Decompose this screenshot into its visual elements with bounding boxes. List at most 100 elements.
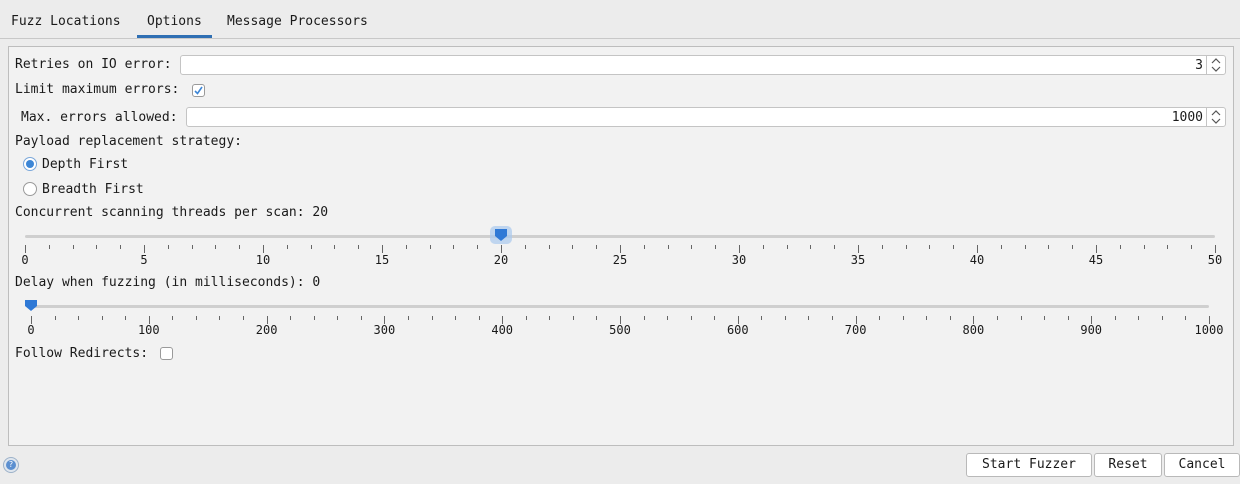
tick-label: 30	[731, 253, 747, 267]
minor-tick	[525, 245, 526, 249]
tick-label: 900	[1080, 323, 1103, 337]
slider-thumb[interactable]	[490, 226, 512, 250]
depth-first-radio[interactable]	[23, 157, 37, 171]
breadth-first-label[interactable]: Breadth First	[42, 182, 144, 197]
tick-label: 0	[27, 323, 35, 337]
major-tick	[25, 245, 26, 253]
limit-errors-checkbox[interactable]	[192, 84, 205, 97]
minor-tick	[596, 316, 597, 320]
minor-tick	[644, 245, 645, 249]
minor-tick	[243, 316, 244, 320]
minor-tick	[715, 245, 716, 249]
tab-fuzz-locations[interactable]: Fuzz Locations	[11, 0, 121, 38]
minor-tick	[953, 245, 954, 249]
minor-tick	[691, 245, 692, 249]
minor-tick	[906, 245, 907, 249]
major-tick	[858, 245, 859, 253]
minor-tick	[479, 316, 480, 320]
tab-message-processors[interactable]: Message Processors	[227, 0, 368, 38]
major-tick	[1215, 245, 1216, 253]
minor-tick	[879, 316, 880, 320]
minor-tick	[192, 245, 193, 249]
tick-label: 700	[844, 323, 867, 337]
major-tick	[382, 245, 383, 253]
limit-errors-label: Limit maximum errors:	[15, 82, 180, 97]
minor-tick	[120, 245, 121, 249]
minor-tick	[311, 245, 312, 249]
minor-tick	[96, 245, 97, 249]
minor-tick	[882, 245, 883, 249]
tick-label: 300	[373, 323, 396, 337]
minor-tick	[196, 316, 197, 320]
minor-tick	[926, 316, 927, 320]
slider-track[interactable]	[31, 305, 1209, 308]
retries-value: 3	[1195, 58, 1203, 73]
slider-track[interactable]	[25, 235, 1215, 238]
tab-options[interactable]: Options	[137, 0, 212, 38]
tick-label: 800	[962, 323, 985, 337]
help-icon[interactable]: ?	[3, 457, 19, 473]
minor-tick	[287, 245, 288, 249]
minor-tick	[102, 316, 103, 320]
tick-label: 600	[726, 323, 749, 337]
minor-tick	[125, 316, 126, 320]
minor-tick	[1167, 245, 1168, 249]
minor-tick	[667, 316, 668, 320]
delay-label: Delay when fuzzing (in milliseconds): 0	[15, 275, 321, 290]
tick-label: 0	[21, 253, 29, 267]
breadth-first-radio[interactable]	[23, 182, 37, 196]
minor-tick	[172, 316, 173, 320]
minor-tick	[832, 316, 833, 320]
max-errors-label: Max. errors allowed:	[21, 110, 178, 125]
minor-tick	[761, 316, 762, 320]
minor-tick	[168, 245, 169, 249]
tick-label: 20	[493, 253, 509, 267]
minor-tick	[408, 316, 409, 320]
minor-tick	[78, 316, 79, 320]
minor-tick	[834, 245, 835, 249]
max-errors-field[interactable]: 1000	[186, 107, 1226, 127]
tick-label: 25	[612, 253, 628, 267]
minor-tick	[903, 316, 904, 320]
minor-tick	[1021, 316, 1022, 320]
tick-label: 100	[137, 323, 160, 337]
minor-tick	[1072, 245, 1073, 249]
minor-tick	[573, 316, 574, 320]
minor-tick	[668, 245, 669, 249]
reset-button[interactable]: Reset	[1094, 453, 1162, 477]
retries-spinner[interactable]	[1206, 56, 1225, 74]
minor-tick	[549, 245, 550, 249]
tick-label: 5	[140, 253, 148, 267]
max-errors-spinner[interactable]	[1206, 108, 1225, 126]
spinner-arrows-icon	[1211, 110, 1221, 124]
minor-tick	[714, 316, 715, 320]
slider-thumb[interactable]	[24, 299, 38, 317]
minor-tick	[453, 245, 454, 249]
minor-tick	[808, 316, 809, 320]
minor-tick	[358, 245, 359, 249]
minor-tick	[430, 245, 431, 249]
minor-tick	[1068, 316, 1069, 320]
start-fuzzer-button[interactable]: Start Fuzzer	[966, 453, 1092, 477]
threads-label: Concurrent scanning threads per scan: 20	[15, 205, 329, 220]
depth-first-label[interactable]: Depth First	[42, 157, 128, 172]
minor-tick	[361, 316, 362, 320]
minor-tick	[810, 245, 811, 249]
tick-label: 10	[255, 253, 271, 267]
strategy-label: Payload replacement strategy:	[15, 134, 242, 149]
tick-label: 35	[850, 253, 866, 267]
retries-field[interactable]: 3	[180, 55, 1226, 75]
major-tick	[620, 245, 621, 253]
minor-tick	[596, 245, 597, 249]
tick-label: 40	[969, 253, 985, 267]
minor-tick	[1185, 316, 1186, 320]
cancel-button[interactable]: Cancel	[1164, 453, 1240, 477]
minor-tick	[215, 245, 216, 249]
minor-tick	[763, 245, 764, 249]
minor-tick	[1115, 316, 1116, 320]
minor-tick	[1162, 316, 1163, 320]
minor-tick	[1001, 245, 1002, 249]
minor-tick	[785, 316, 786, 320]
minor-tick	[432, 316, 433, 320]
follow-redirects-checkbox[interactable]	[160, 347, 173, 360]
